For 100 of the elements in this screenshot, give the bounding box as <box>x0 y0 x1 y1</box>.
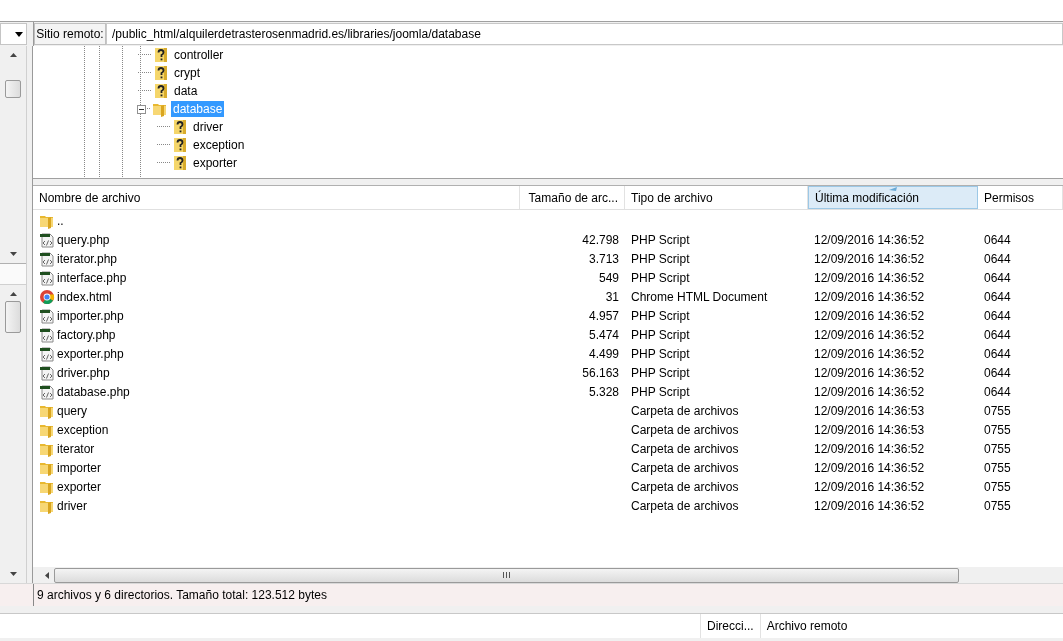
table-cell: Carpeta de archivos <box>631 441 739 456</box>
dropdown-arrow-icon <box>15 31 23 37</box>
file-name[interactable]: driver.php <box>57 365 110 380</box>
question-mark-icon <box>172 119 188 135</box>
local-site-dropdown[interactable] <box>0 23 27 45</box>
scrollbar-thumb[interactable] <box>5 301 21 333</box>
remote-site-label: Sitio remoto: <box>34 23 106 45</box>
php-file-icon <box>39 307 55 324</box>
folder-tree-item[interactable]: controller <box>172 47 226 63</box>
file-name[interactable]: exception <box>57 422 109 437</box>
column-header[interactable]: Última modificación <box>808 186 978 209</box>
column-header[interactable]: Tamaño de arc... <box>520 186 625 209</box>
table-cell: PHP Script <box>631 327 690 342</box>
table-cell: 12/09/2016 14:36:53 <box>814 422 925 437</box>
folder-icon <box>152 101 168 117</box>
table-cell: Carpeta de archivos <box>631 460 739 475</box>
table-cell: 0644 <box>984 232 1011 247</box>
table-cell: 56.163 <box>582 365 619 380</box>
column-header[interactable]: Direcci... <box>700 614 760 638</box>
table-cell: Carpeta de archivos <box>631 422 739 437</box>
table-cell: 0644 <box>984 270 1011 285</box>
table-cell: 4.499 <box>588 346 619 361</box>
chrome-logo-icon <box>39 288 55 305</box>
table-cell: Carpeta de archivos <box>631 403 739 418</box>
file-name[interactable]: importer.php <box>57 308 124 323</box>
file-name[interactable]: .. <box>57 213 64 228</box>
status-text: 9 archivos y 6 directorios. Tamaño total: 123.512 bytes <box>36 588 327 602</box>
column-header[interactable]: Archivo remoto <box>759 614 854 638</box>
scroll-down-arrow-icon[interactable] <box>9 572 17 576</box>
table-cell: 0755 <box>984 479 1011 494</box>
table-cell: 12/09/2016 14:36:52 <box>814 270 925 285</box>
table-cell: 0755 <box>984 422 1011 437</box>
file-name[interactable]: index.html <box>57 289 112 304</box>
table-cell: 0755 <box>984 460 1011 475</box>
table-cell: 12/09/2016 14:36:52 <box>814 384 925 399</box>
php-file-icon <box>39 250 55 267</box>
table-cell: 0644 <box>984 384 1011 399</box>
table-cell: 549 <box>598 270 619 285</box>
remote-path-field[interactable]: /public_html/alquilerdetrasterosenmadrid.es/libraries/joomla/database <box>106 23 1063 45</box>
grip-icon <box>503 572 510 578</box>
scroll-left-arrow-icon[interactable] <box>45 571 49 579</box>
file-name[interactable]: exporter <box>57 479 102 494</box>
column-header[interactable]: Permisos <box>978 186 1063 209</box>
table-cell: PHP Script <box>631 308 690 323</box>
file-name[interactable]: iterator.php <box>57 251 118 266</box>
folder-tree-item[interactable]: exporter <box>191 155 240 171</box>
question-mark-icon <box>153 47 169 63</box>
table-cell: Carpeta de archivos <box>631 479 739 494</box>
file-name[interactable]: database.php <box>57 384 130 399</box>
scrollbar-thumb[interactable] <box>5 80 21 98</box>
collapse-icon[interactable] <box>137 104 146 114</box>
table-cell: 12/09/2016 14:36:52 <box>814 251 925 266</box>
panel-background <box>0 263 26 285</box>
table-cell: 0755 <box>984 403 1011 418</box>
table-cell: PHP Script <box>631 384 690 399</box>
folder-tree-item[interactable]: driver <box>191 119 225 135</box>
file-name[interactable]: interface.php <box>57 270 127 285</box>
php-file-icon <box>39 269 55 286</box>
table-cell: 12/09/2016 14:36:52 <box>814 346 925 361</box>
file-name[interactable]: iterator <box>57 441 95 456</box>
table-cell: 0644 <box>984 289 1011 304</box>
table-cell: 12/09/2016 14:36:52 <box>814 365 925 380</box>
file-name[interactable]: exporter.php <box>57 346 124 361</box>
table-cell: 12/09/2016 14:36:52 <box>814 308 925 323</box>
scroll-up-arrow-icon[interactable] <box>9 292 17 296</box>
table-cell: 4.957 <box>588 308 619 323</box>
table-cell: 5.328 <box>588 384 619 399</box>
php-file-icon <box>39 231 55 248</box>
php-file-icon <box>39 383 55 400</box>
table-cell: 12/09/2016 14:36:52 <box>814 232 925 247</box>
table-cell: 42.798 <box>582 232 619 247</box>
table-cell: 12/09/2016 14:36:53 <box>814 403 925 418</box>
scroll-up-arrow-icon[interactable] <box>9 53 17 57</box>
php-file-icon <box>39 364 55 381</box>
table-cell: PHP Script <box>631 346 690 361</box>
folder-tree-item[interactable]: exception <box>191 137 247 153</box>
php-file-icon <box>39 345 55 362</box>
folder-tree-item[interactable]: crypt <box>172 65 202 81</box>
file-name[interactable]: query <box>57 403 88 418</box>
folder-tree-item[interactable]: data <box>172 83 200 99</box>
column-header[interactable]: Nombre de archivo <box>33 186 520 209</box>
table-cell: 0644 <box>984 346 1011 361</box>
file-name[interactable]: importer <box>57 460 101 475</box>
php-file-icon <box>39 326 55 343</box>
scroll-down-arrow-icon[interactable] <box>9 252 17 256</box>
question-mark-icon <box>153 83 169 99</box>
file-name[interactable]: query.php <box>57 232 110 247</box>
table-cell: 0755 <box>984 498 1011 513</box>
table-cell: PHP Script <box>631 251 690 266</box>
table-cell: PHP Script <box>631 232 690 247</box>
table-cell: 5.474 <box>588 327 619 342</box>
table-cell: 0644 <box>984 327 1011 342</box>
table-cell: 0644 <box>984 308 1011 323</box>
table-cell: 12/09/2016 14:36:52 <box>814 289 925 304</box>
question-mark-icon <box>172 137 188 153</box>
file-name[interactable]: driver <box>57 498 87 513</box>
file-name[interactable]: factory.php <box>57 327 116 342</box>
table-cell: PHP Script <box>631 270 690 285</box>
table-cell: Chrome HTML Document <box>631 289 768 304</box>
table-cell: 0644 <box>984 365 1011 380</box>
